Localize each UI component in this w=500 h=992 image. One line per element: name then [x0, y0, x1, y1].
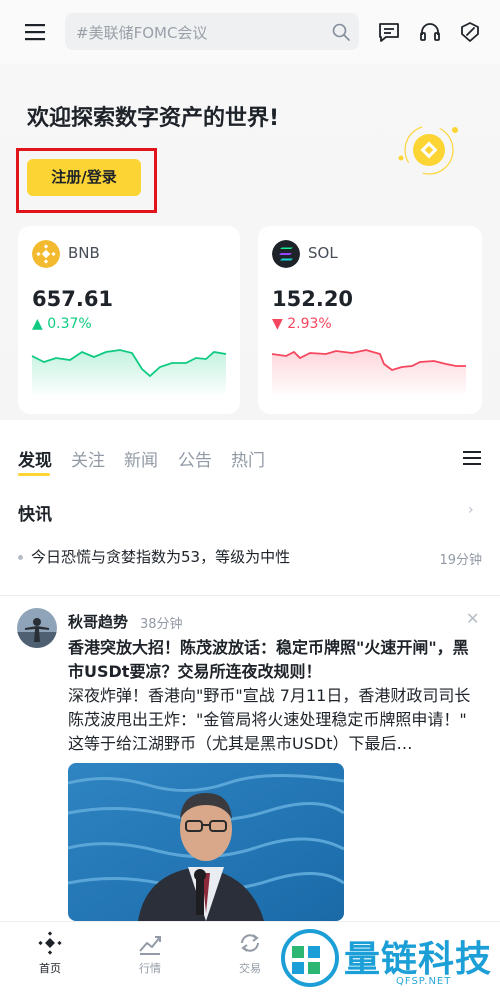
- content-tabs: 发现 关注 新闻 公告 热门: [0, 438, 500, 478]
- nav-label: 首页: [39, 962, 61, 975]
- top-bar: #美联储FOMC会议: [0, 0, 500, 64]
- welcome-title: 欢迎探索数字资产的世界!: [27, 106, 280, 131]
- coin-name: BNB: [68, 244, 100, 262]
- price-change: ▲ 0.37%: [32, 316, 92, 332]
- watermark-logo-icon: [281, 929, 339, 987]
- watermark-text: 量链科技: [344, 939, 493, 980]
- flash-news-item[interactable]: 今日恐慌与贪婪指数为53，等级为中性 19分钟: [18, 545, 484, 571]
- post-image[interactable]: [68, 763, 344, 921]
- tabs-menu-icon[interactable]: [463, 451, 481, 465]
- up-arrow-icon: ▲: [32, 316, 43, 332]
- nav-home[interactable]: 首页: [20, 930, 80, 976]
- bullet-dot: [18, 555, 23, 560]
- message-icon[interactable]: [377, 20, 401, 44]
- post-author[interactable]: 秋哥趋势: [68, 611, 128, 632]
- chevron-right-icon[interactable]: ›: [468, 502, 474, 518]
- post-body[interactable]: 深夜炸弹！香港向"野币"宣战 7月11日，香港财政司司长陈茂波甩出王炸："金管局…: [68, 684, 480, 756]
- tab-news[interactable]: 新闻: [124, 446, 158, 471]
- tab-hot[interactable]: 热门: [231, 446, 265, 471]
- tab-discover[interactable]: 发现: [18, 446, 52, 471]
- headset-icon[interactable]: [418, 20, 442, 44]
- profile-edit-icon[interactable]: [458, 20, 482, 44]
- flash-news-text: 今日恐慌与贪婪指数为53，等级为中性: [31, 548, 291, 566]
- sol-icon: [272, 240, 300, 268]
- flash-news-title: 快讯: [18, 505, 52, 525]
- down-arrow-icon: ▼: [272, 316, 283, 332]
- watermark-subtext: QFSP.NET: [396, 976, 452, 987]
- sparkline-chart: [31, 349, 227, 394]
- watermark: 量链科技 QFSP.NET: [280, 928, 500, 992]
- bnb-icon: [32, 240, 60, 268]
- coin-price: 657.61: [32, 287, 114, 311]
- nav-label: 交易: [239, 962, 261, 975]
- search-bar[interactable]: #美联储FOMC会议: [65, 13, 359, 50]
- market-card-bnb[interactable]: BNB 657.61 ▲ 0.37%: [18, 226, 240, 414]
- coin-name: SOL: [308, 244, 338, 262]
- market-card-sol[interactable]: SOL 152.20 ▼ 2.93%: [258, 226, 482, 414]
- post-photo: [68, 763, 344, 921]
- flash-news-time: 19分钟: [439, 553, 482, 568]
- search-input[interactable]: #美联储FOMC会议: [76, 22, 207, 43]
- sparkline-chart: [271, 349, 466, 394]
- nav-trade[interactable]: 交易: [220, 930, 280, 976]
- search-icon[interactable]: [331, 22, 351, 42]
- close-icon[interactable]: ✕: [466, 609, 479, 628]
- price-change: ▼ 2.93%: [272, 316, 332, 332]
- coin-orbit-icon: [398, 125, 458, 175]
- nav-markets[interactable]: 行情: [120, 930, 180, 976]
- avatar-image: [17, 608, 57, 648]
- section-divider: [0, 595, 500, 596]
- active-tab-indicator: [18, 473, 50, 476]
- post-headline[interactable]: 香港突放大招！陈茂波放话：稳定币牌照"火速开闸"，黑市USDt要凉？交易所连夜改…: [68, 636, 480, 684]
- coin-price: 152.20: [272, 287, 354, 311]
- tab-announcements[interactable]: 公告: [178, 446, 212, 471]
- tab-following[interactable]: 关注: [71, 446, 105, 471]
- avatar[interactable]: [17, 608, 57, 648]
- trade-icon: [241, 934, 259, 952]
- register-login-button[interactable]: 注册/登录: [27, 159, 141, 196]
- markets-icon: [139, 936, 161, 955]
- home-icon: [38, 931, 62, 955]
- post-time: 38分钟: [140, 617, 183, 632]
- menu-icon[interactable]: [24, 22, 48, 42]
- nav-label: 行情: [139, 962, 161, 975]
